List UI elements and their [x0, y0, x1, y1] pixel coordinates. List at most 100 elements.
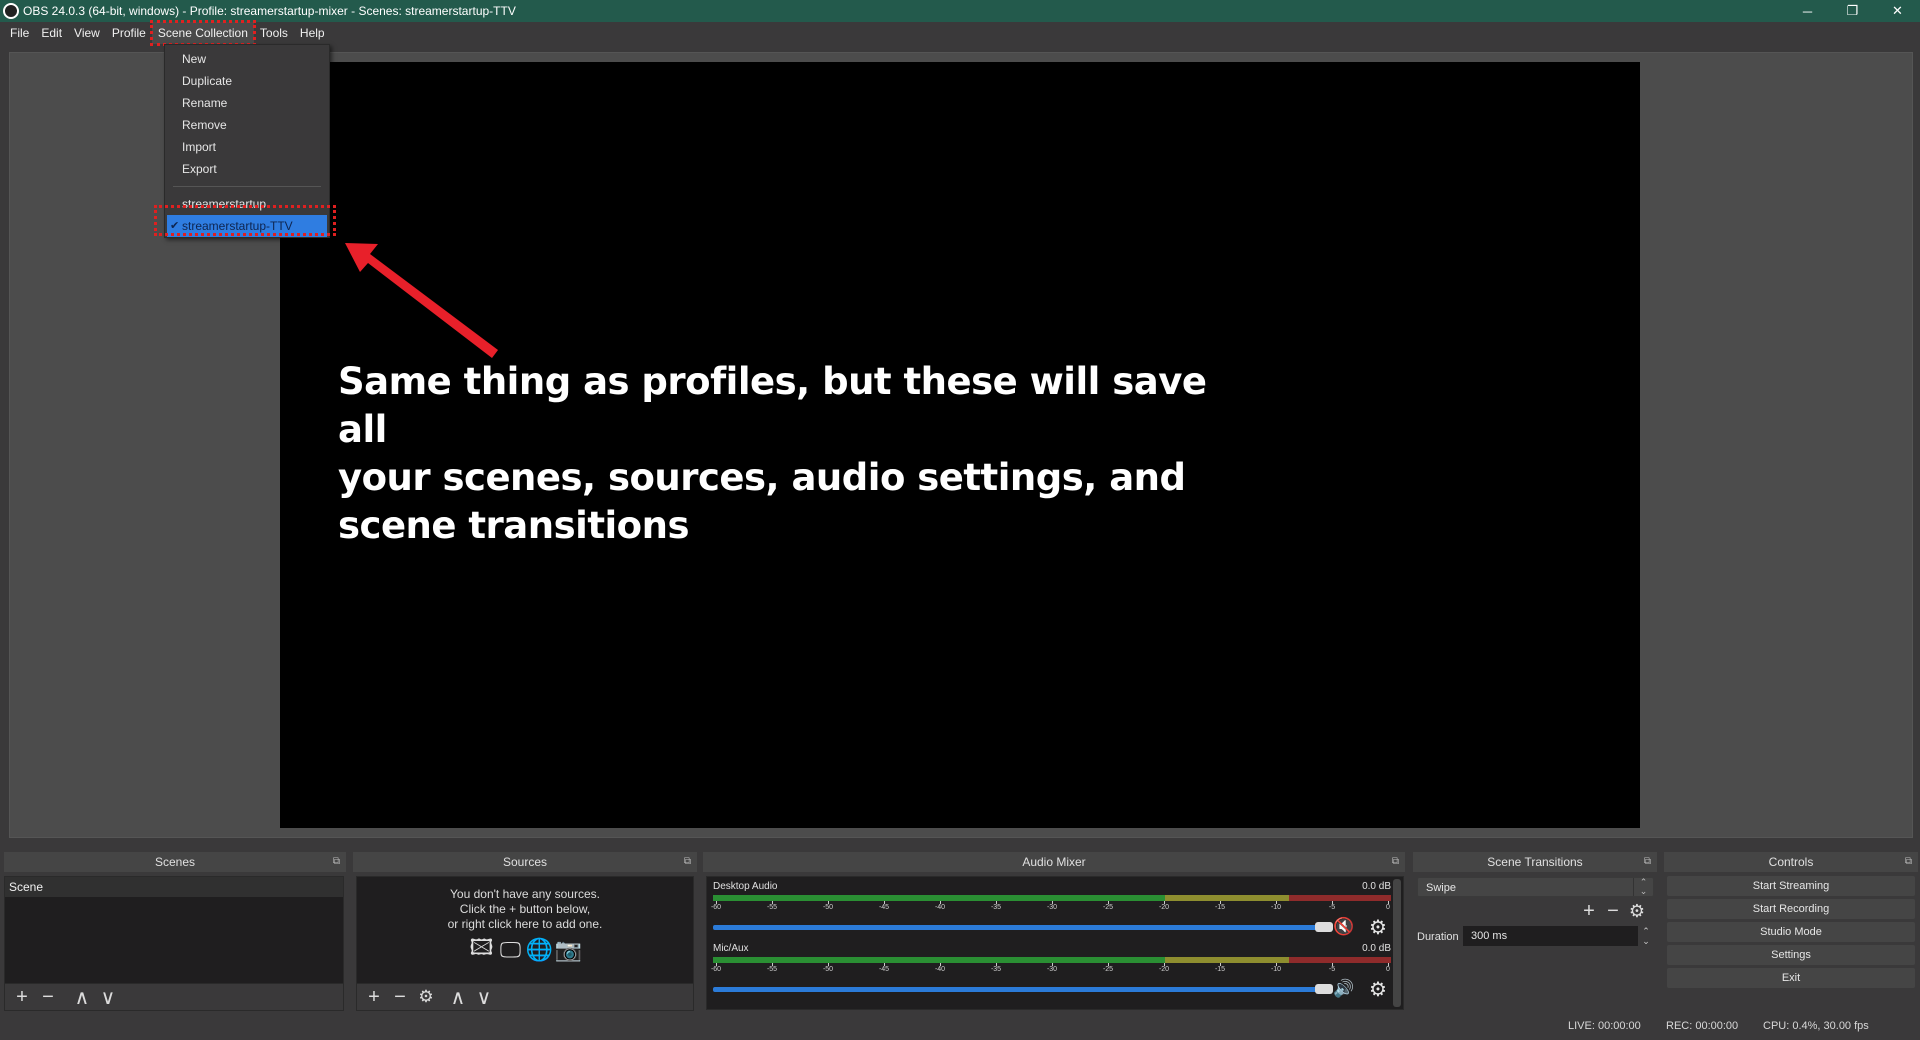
- scenes-list[interactable]: Scene: [4, 876, 344, 984]
- settings-button[interactable]: Settings: [1667, 945, 1915, 965]
- sources-dock-title[interactable]: Sources ⧉: [353, 852, 697, 872]
- menu-item-export[interactable]: Export: [165, 158, 329, 180]
- meter-tick-label: -50: [822, 904, 834, 911]
- restore-button[interactable]: ❐: [1830, 0, 1875, 22]
- menu-help[interactable]: Help: [294, 22, 331, 44]
- annotation-line: Same thing as profiles, but these will s…: [338, 360, 1207, 451]
- meter-tick-label: -25: [1102, 966, 1114, 973]
- remove-transition-button[interactable]: −: [1602, 900, 1624, 922]
- annotation-line: scene transitions: [338, 504, 689, 547]
- volume-fader[interactable]: [713, 922, 1333, 932]
- collection-label: streamerstartup-TTV: [182, 219, 293, 233]
- menu-edit[interactable]: Edit: [35, 22, 68, 44]
- speaker-icon[interactable]: 🔊: [1333, 979, 1354, 999]
- dock-title-label: Scene Transitions: [1487, 855, 1583, 869]
- dock-float-icon[interactable]: ⧉: [1905, 852, 1912, 872]
- meter-tick-label: -15: [1214, 966, 1226, 973]
- duration-label: Duration: [1417, 931, 1459, 943]
- meter-tick-label: -55: [766, 904, 778, 911]
- scene-collection-dropdown: New Duplicate Rename Remove Import Expor…: [164, 44, 330, 238]
- start-recording-button[interactable]: Start Recording: [1667, 899, 1915, 919]
- move-source-down-button[interactable]: ∨: [473, 986, 495, 1009]
- dock-float-icon[interactable]: ⧉: [1644, 852, 1651, 872]
- dock-title-label: Controls: [1768, 855, 1814, 869]
- transition-select[interactable]: Swipe ⌃ ⌄: [1417, 877, 1654, 897]
- close-button[interactable]: ✕: [1875, 0, 1920, 22]
- mixer-scrollbar[interactable]: [1393, 879, 1401, 1007]
- scenes-toolbar: + − ∧ ∨: [4, 983, 344, 1011]
- muted-speaker-icon[interactable]: 🔇: [1333, 917, 1354, 937]
- audio-mixer-dock-title[interactable]: Audio Mixer ⧉: [703, 852, 1405, 872]
- arrow-shape: [345, 243, 498, 358]
- meter-tick-label: 0: [1386, 966, 1390, 973]
- meter-tick-label: -30: [1046, 966, 1058, 973]
- collection-item-streamerstartup-ttv[interactable]: ✔ streamerstartup-TTV: [167, 215, 327, 237]
- start-streaming-button[interactable]: Start Streaming: [1667, 876, 1915, 896]
- channel-settings-gear-icon[interactable]: ⚙: [1369, 915, 1387, 940]
- duration-input[interactable]: 300 ms: [1463, 926, 1638, 946]
- meter-tick-label: -50: [822, 966, 834, 973]
- select-arrows-icon: ⌃ ⌄: [1633, 878, 1653, 896]
- studio-mode-button[interactable]: Studio Mode: [1667, 922, 1915, 942]
- display-icon: 🖵: [499, 937, 522, 962]
- obs-logo-icon: [3, 3, 19, 19]
- menu-file[interactable]: File: [4, 22, 35, 44]
- menu-profile[interactable]: Profile: [106, 22, 152, 44]
- dock-float-icon[interactable]: ⧉: [684, 852, 691, 872]
- annotation-arrow: [345, 243, 498, 358]
- meter-tick-label: -60: [710, 904, 722, 911]
- menu-separator: [173, 186, 321, 187]
- dock-title-label: Sources: [502, 855, 548, 869]
- scenes-dock-title[interactable]: Scenes ⧉: [4, 852, 346, 872]
- meter-tick-label: -35: [990, 966, 1002, 973]
- remove-source-button[interactable]: −: [389, 986, 411, 1008]
- browser-globe-icon: 🌐: [525, 937, 554, 962]
- meter-tick-label: -15: [1214, 904, 1226, 911]
- minimize-button[interactable]: ─: [1785, 0, 1830, 22]
- menu-item-duplicate[interactable]: Duplicate: [165, 70, 329, 92]
- meter-tick-label: -5: [1328, 966, 1336, 973]
- dock-float-icon[interactable]: ⧉: [1392, 852, 1399, 872]
- menu-item-new[interactable]: New: [165, 48, 329, 70]
- add-transition-button[interactable]: +: [1578, 900, 1600, 922]
- no-sources-line: Click the + button below,: [459, 902, 591, 916]
- move-source-up-button[interactable]: ∧: [447, 986, 469, 1009]
- channel-db: 0.0 dB: [1362, 943, 1391, 954]
- volume-fader[interactable]: [713, 984, 1333, 994]
- meter-tick-label: -20: [1158, 904, 1170, 911]
- menu-item-remove[interactable]: Remove: [165, 114, 329, 136]
- audio-mixer-panel: Desktop Audio 0.0 dB -60 -55 -50 -45 -40 -35-…: [706, 876, 1404, 1010]
- move-scene-up-button[interactable]: ∧: [71, 986, 93, 1009]
- add-source-button[interactable]: +: [363, 986, 385, 1008]
- meter-tick-label: -40: [934, 904, 946, 911]
- sources-list[interactable]: You don't have any sources. Click the + …: [356, 876, 694, 984]
- scene-transitions-dock-title[interactable]: Scene Transitions ⧉: [1413, 852, 1657, 872]
- channel-settings-gear-icon[interactable]: ⚙: [1369, 977, 1387, 1002]
- meter-ticks: -60 -55 -50 -45 -40 -35 -30 -25 -20 -15 -10 -5 0: [710, 901, 1391, 915]
- menu-scene-collection[interactable]: Scene Collection: [149, 20, 256, 46]
- dock-title-label: Scenes: [154, 855, 196, 869]
- duration-spinner[interactable]: ⌃ ⌄: [1638, 926, 1654, 946]
- meter-tick-label: -45: [878, 966, 890, 973]
- menu-item-import[interactable]: Import: [165, 136, 329, 158]
- menu-item-rename[interactable]: Rename: [165, 92, 329, 114]
- fader-handle[interactable]: [1315, 984, 1333, 994]
- add-scene-button[interactable]: +: [11, 986, 33, 1008]
- collection-item-streamerstartup[interactable]: streamerstartup: [165, 193, 329, 215]
- meter-tick-label: -5: [1328, 904, 1336, 911]
- meter-tick-label: -30: [1046, 904, 1058, 911]
- menu-tools[interactable]: Tools: [254, 22, 294, 44]
- move-scene-down-button[interactable]: ∨: [97, 986, 119, 1009]
- transition-properties-gear-icon[interactable]: ⚙: [1626, 900, 1648, 922]
- exit-button[interactable]: Exit: [1667, 968, 1915, 988]
- transition-toolbar: + − ⚙: [1578, 900, 1648, 922]
- fader-handle[interactable]: [1315, 922, 1333, 932]
- dock-float-icon[interactable]: ⧉: [333, 852, 340, 872]
- menu-view[interactable]: View: [68, 22, 106, 44]
- source-properties-gear-icon[interactable]: ⚙: [415, 986, 437, 1008]
- remove-scene-button[interactable]: −: [37, 986, 59, 1008]
- dock-title-label: Audio Mixer: [1022, 855, 1086, 869]
- status-live: LIVE: 00:00:00: [1568, 1020, 1641, 1032]
- controls-dock-title[interactable]: Controls ⧉: [1664, 852, 1918, 872]
- scene-list-item[interactable]: Scene: [5, 877, 343, 897]
